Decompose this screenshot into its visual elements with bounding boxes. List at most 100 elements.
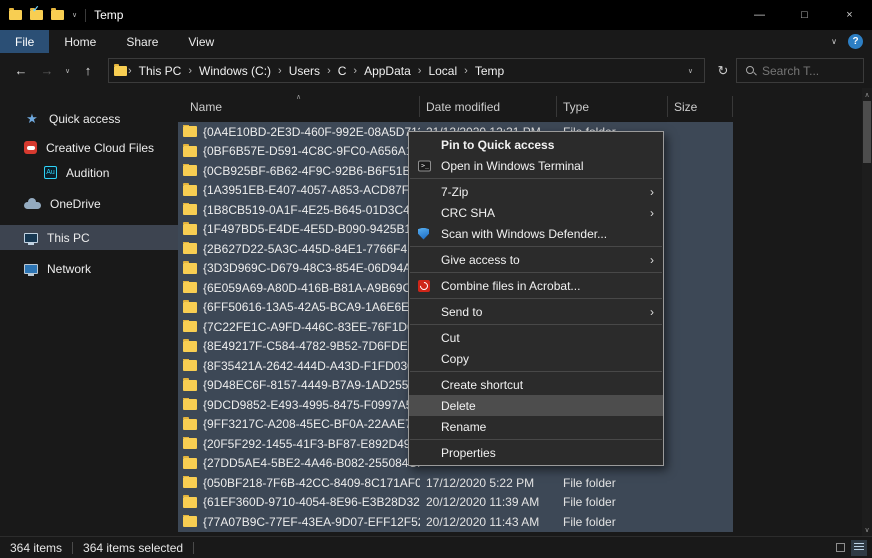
sidebar-item-quick-access[interactable]: ★Quick access (0, 106, 178, 131)
up-button[interactable]: ↑ (75, 59, 101, 83)
sidebar-item-network[interactable]: Network (0, 256, 178, 281)
minimize-button[interactable]: — (737, 0, 782, 30)
tab-home[interactable]: Home (49, 30, 111, 53)
folder-icon (183, 185, 197, 196)
refresh-button[interactable]: ↻ (710, 59, 736, 83)
folder-icon (183, 204, 197, 215)
file-name: {9FF3217C-A208-45EC-BF0A-22AAE73669... (203, 417, 420, 431)
menu-separator (410, 246, 662, 247)
breadcrumb-item-users[interactable]: Users (283, 64, 326, 78)
tab-view[interactable]: View (173, 30, 229, 53)
column-header-date-modified[interactable]: Date modified (420, 96, 557, 117)
tab-share[interactable]: Share (111, 30, 173, 53)
menu-separator (410, 439, 662, 440)
file-name-cell: {1F497BD5-E4DE-4E5D-B090-9425B15FF3... (178, 222, 420, 236)
scrollbar-thumb[interactable] (863, 101, 871, 163)
file-name-cell: {27DD5AE4-5BE2-4A46-B082-255084CF0... (178, 456, 420, 470)
file-name-cell: {050BF218-7F6B-42CC-8409-8C171AF0A8... (178, 476, 420, 490)
address-dropdown-button[interactable]: ∨ (682, 67, 699, 75)
breadcrumb-item-windows-c[interactable]: Windows (C:) (193, 64, 277, 78)
folder-icon (183, 458, 197, 469)
menu-item-cut[interactable]: Cut (409, 327, 663, 348)
close-button[interactable]: × (827, 0, 872, 30)
menu-item-copy[interactable]: Copy (409, 348, 663, 369)
folder-icon (183, 419, 197, 430)
sidebar-item-label: Creative Cloud Files (46, 141, 154, 155)
menu-item-crc-sha[interactable]: CRC SHA› (409, 202, 663, 223)
network-icon (24, 264, 38, 274)
sidebar-item-creative-cloud-files[interactable]: Creative Cloud Files (0, 135, 178, 160)
breadcrumb-item-local[interactable]: Local (422, 64, 463, 78)
file-name: {1A3951EB-E407-4057-A853-ACD87FF346... (203, 183, 420, 197)
onedrive-icon (24, 199, 41, 209)
file-name-cell: {2B627D22-5A3C-445D-84E1-7766F4F0B6... (178, 242, 420, 256)
breadcrumb-item-this-pc[interactable]: This PC (133, 64, 188, 78)
ribbon-collapse-button[interactable]: ∨ (831, 37, 837, 46)
sidebar-item-this-pc[interactable]: This PC (0, 225, 178, 250)
folder-icon (51, 10, 64, 20)
menu-separator (410, 371, 662, 372)
menu-item-label: Copy (441, 352, 469, 366)
file-name: {77A07B9C-77EF-43EA-9D07-EFF12F5220... (203, 515, 420, 529)
scrollbar-track[interactable] (862, 101, 872, 523)
scroll-up-icon[interactable]: ∧ (864, 88, 869, 101)
file-name: {6E059A69-A80D-416B-B81A-A9B69C6A2... (203, 281, 420, 295)
menu-item-rename[interactable]: Rename (409, 416, 663, 437)
menu-item-create-shortcut[interactable]: Create shortcut (409, 374, 663, 395)
submenu-arrow-icon: › (650, 305, 654, 319)
qat-new-folder-button[interactable] (51, 10, 64, 20)
column-header-label: Name (190, 100, 222, 114)
sidebar-item-audition[interactable]: Audition (0, 160, 178, 185)
back-button[interactable]: ← (8, 59, 34, 83)
column-header-size[interactable]: Size (668, 96, 733, 117)
menu-item-scan-with-windows-defender[interactable]: Scan with Windows Defender... (409, 223, 663, 244)
breadcrumb-item-appdata[interactable]: AppData (358, 64, 417, 78)
column-header-name[interactable]: Name∧ (178, 96, 420, 117)
menu-item-pin-to-quick-access[interactable]: Pin to Quick access (409, 134, 663, 155)
breadcrumb-item-temp[interactable]: Temp (469, 64, 510, 78)
sidebar-item-label: This PC (47, 231, 90, 245)
folder-icon (183, 146, 197, 157)
file-name-cell: {3D3D969C-D679-48C3-854E-06D94A4B0... (178, 261, 420, 275)
menu-item-send-to[interactable]: Send to› (409, 301, 663, 322)
column-header-type[interactable]: Type (557, 96, 668, 117)
menu-item-combine-files-in-acrobat[interactable]: Combine files in Acrobat... (409, 275, 663, 296)
menu-item-7-zip[interactable]: 7-Zip› (409, 181, 663, 202)
tab-file[interactable]: File (0, 30, 49, 53)
menu-item-delete[interactable]: Delete (409, 395, 663, 416)
file-row[interactable]: {61EF360D-9710-4054-8E96-E3B28D32FCE...2… (178, 493, 733, 513)
search-box[interactable] (736, 58, 864, 83)
sidebar-item-label: Network (47, 262, 91, 276)
titlebar[interactable]: ✓ ∨ Temp — □ × (0, 0, 872, 30)
file-type: File folder (557, 476, 668, 490)
help-button[interactable]: ? (848, 34, 863, 49)
folder-icon (183, 477, 197, 488)
menu-item-properties[interactable]: Properties (409, 442, 663, 463)
menu-item-give-access-to[interactable]: Give access to› (409, 249, 663, 270)
file-name: {0A4E10BD-2E3D-460F-992E-08A5D711EC... (203, 125, 420, 139)
file-row[interactable]: {050BF218-7F6B-42CC-8409-8C171AF0A8...17… (178, 473, 733, 493)
breadcrumb-item-c[interactable]: C (332, 64, 353, 78)
folder-icon (183, 438, 197, 449)
menu-separator (410, 298, 662, 299)
qat-properties-button[interactable]: ✓ (30, 10, 43, 20)
history-dropdown-button[interactable]: ∨ (60, 59, 75, 83)
menu-item-open-in-windows-terminal[interactable]: Open in Windows Terminal (409, 155, 663, 176)
app-icon[interactable] (9, 10, 22, 20)
qat-customize-button[interactable]: ∨ (72, 11, 77, 19)
item-count: 364 items (0, 541, 72, 555)
large-icons-view-button[interactable] (832, 540, 848, 556)
file-row[interactable]: {77A07B9C-77EF-43EA-9D07-EFF12F5220...20… (178, 512, 733, 532)
details-view-button[interactable] (851, 540, 867, 556)
maximize-button[interactable]: □ (782, 0, 827, 30)
file-name: {6FF50616-13A5-42A5-BCA9-1A6E6EDB0... (203, 300, 420, 314)
sidebar-item-label: OneDrive (50, 197, 101, 211)
folder-icon (183, 399, 197, 410)
search-input[interactable] (762, 64, 848, 78)
address-bar[interactable]: ›This PC›Windows (C:)›Users›C›AppData›Lo… (108, 58, 705, 83)
scroll-down-icon[interactable]: ∨ (864, 523, 869, 536)
scrollbar[interactable]: ∧ ∨ (862, 88, 872, 536)
sidebar-item-onedrive[interactable]: OneDrive (0, 191, 178, 216)
forward-button[interactable]: → (34, 59, 60, 83)
file-name-cell: {1B8CB519-0A1F-4E25-B645-01D3C46860... (178, 203, 420, 217)
